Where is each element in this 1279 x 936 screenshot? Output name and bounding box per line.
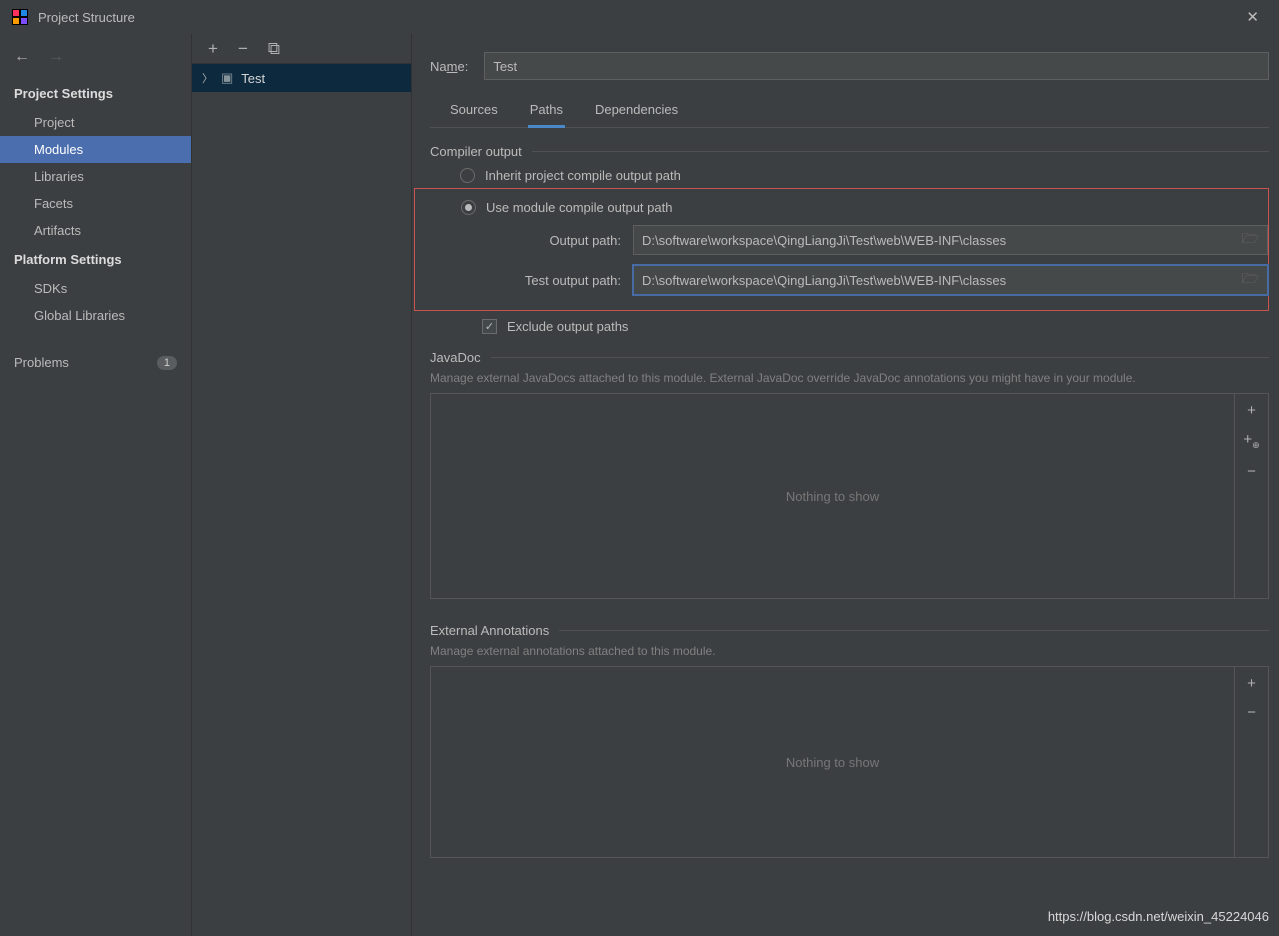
module-tree: + − ⧉ 〉 ▣ Test: [192, 34, 412, 936]
radio-inherit[interactable]: Inherit project compile output path: [430, 163, 1269, 188]
name-label: Name:: [430, 59, 468, 74]
tab-dependencies[interactable]: Dependencies: [593, 96, 680, 127]
test-output-path-label: Test output path:: [491, 273, 621, 288]
module-icon: ▣: [221, 70, 233, 86]
radio-on-icon: [461, 200, 476, 215]
sidebar: ← → Project Settings Project Modules Lib…: [0, 34, 192, 936]
copy-icon[interactable]: ⧉: [268, 39, 280, 59]
output-path-input[interactable]: D:\software\workspace\QingLiangJi\Test\w…: [633, 225, 1268, 255]
highlight-annotation: Use module compile output path Output pa…: [414, 188, 1269, 311]
exclude-output-label: Exclude output paths: [507, 319, 628, 334]
sidebar-item-artifacts[interactable]: Artifacts: [0, 217, 191, 244]
annotations-empty-text: Nothing to show: [431, 667, 1234, 857]
exclude-output-checkbox[interactable]: ✓ Exclude output paths: [430, 311, 1269, 334]
tree-item-test[interactable]: 〉 ▣ Test: [192, 64, 411, 92]
folder-open-icon[interactable]: 🗁: [1242, 228, 1259, 252]
nav-forward-icon: →: [48, 48, 64, 66]
annotations-legend: External Annotations: [430, 623, 1269, 638]
radio-module[interactable]: Use module compile output path: [431, 195, 1268, 220]
tab-paths[interactable]: Paths: [528, 96, 565, 128]
output-path-label: Output path:: [491, 233, 621, 248]
details-panel: Name: Sources Paths Dependencies Compile…: [412, 34, 1279, 936]
plus-url-icon[interactable]: +⊕: [1243, 431, 1259, 451]
sidebar-item-libraries[interactable]: Libraries: [0, 163, 191, 190]
sidebar-item-problems[interactable]: Problems 1: [0, 349, 191, 376]
module-name-input[interactable]: [484, 52, 1269, 80]
javadoc-list: Nothing to show + +⊕ −: [430, 393, 1269, 599]
sidebar-section-project: Project Settings: [0, 78, 191, 109]
sidebar-item-project[interactable]: Project: [0, 109, 191, 136]
sidebar-item-sdks[interactable]: SDKs: [0, 275, 191, 302]
chevron-right-icon: 〉: [202, 70, 213, 86]
compiler-output-legend: Compiler output: [430, 144, 1269, 159]
sidebar-item-facets[interactable]: Facets: [0, 190, 191, 217]
folder-open-icon[interactable]: 🗁: [1242, 268, 1259, 292]
close-icon[interactable]: ✕: [1238, 4, 1267, 30]
sidebar-item-modules[interactable]: Modules: [0, 136, 191, 163]
tree-item-label: Test: [241, 71, 265, 86]
javadoc-legend: JavaDoc: [430, 350, 1269, 365]
tabs: Sources Paths Dependencies: [430, 96, 1269, 128]
app-icon: [12, 9, 28, 25]
tree-toolbar: + − ⧉: [192, 34, 411, 64]
watermark: https://blog.csdn.net/weixin_45224046: [1048, 909, 1269, 924]
test-output-path-value: D:\software\workspace\QingLiangJi\Test\w…: [642, 273, 1006, 288]
sidebar-section-platform: Platform Settings: [0, 244, 191, 275]
radio-module-label: Use module compile output path: [486, 200, 672, 215]
sidebar-item-global-libraries[interactable]: Global Libraries: [0, 302, 191, 329]
test-output-path-input[interactable]: D:\software\workspace\QingLiangJi\Test\w…: [633, 265, 1268, 295]
radio-inherit-label: Inherit project compile output path: [485, 168, 681, 183]
problems-label: Problems: [14, 355, 69, 370]
tab-sources[interactable]: Sources: [448, 96, 500, 127]
nav-back-icon[interactable]: ←: [14, 48, 30, 66]
title-bar: Project Structure ✕: [0, 0, 1279, 34]
remove-icon[interactable]: −: [238, 39, 248, 59]
annotations-desc: Manage external annotations attached to …: [430, 644, 1269, 658]
javadoc-desc: Manage external JavaDocs attached to thi…: [430, 371, 1269, 385]
output-path-value: D:\software\workspace\QingLiangJi\Test\w…: [642, 233, 1006, 248]
javadoc-empty-text: Nothing to show: [431, 394, 1234, 598]
minus-icon[interactable]: −: [1247, 463, 1256, 480]
minus-icon[interactable]: −: [1247, 704, 1256, 721]
plus-icon[interactable]: +: [1247, 402, 1256, 419]
window-title: Project Structure: [38, 10, 135, 25]
plus-icon[interactable]: +: [1247, 675, 1256, 692]
problems-badge: 1: [157, 356, 177, 370]
annotations-list: Nothing to show + −: [430, 666, 1269, 858]
add-icon[interactable]: +: [208, 39, 218, 59]
radio-off-icon: [460, 168, 475, 183]
checkbox-checked-icon: ✓: [482, 319, 497, 334]
